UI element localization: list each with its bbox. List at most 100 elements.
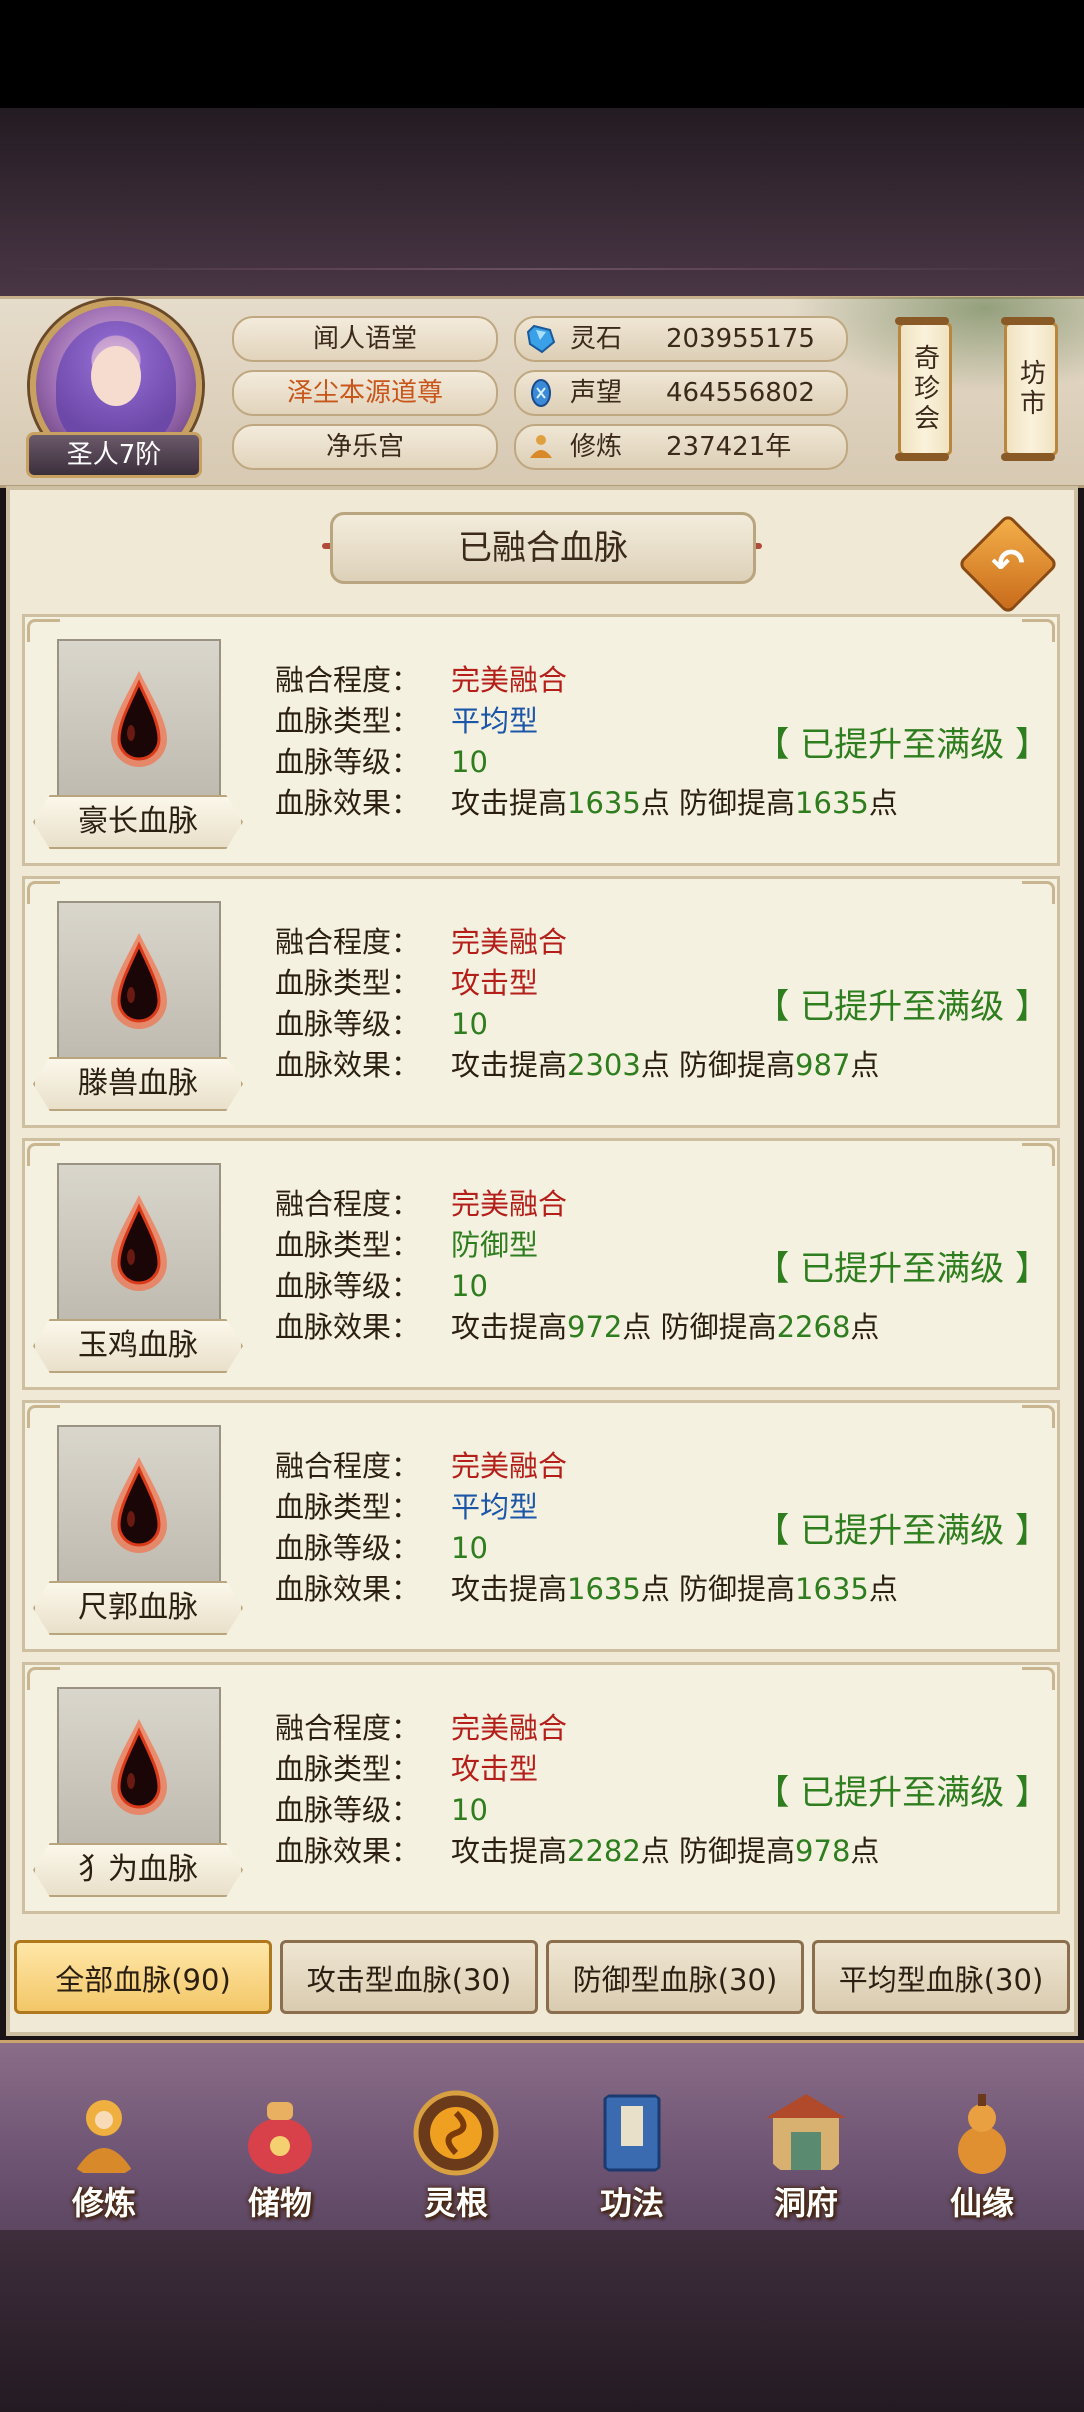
effect-attack-text: 攻击提高 xyxy=(451,786,568,820)
effect-attack-text: 攻击提高 xyxy=(451,1048,568,1082)
resource-label: 修炼 xyxy=(570,432,623,462)
type-value: 防御型 xyxy=(451,1228,539,1262)
effect-attack-text: 攻击提高 xyxy=(451,1310,568,1344)
fusion-row: 融合程度： 完美融合 xyxy=(275,919,567,961)
tab-balanced-bloodlines[interactable]: 平均型血脉(30) xyxy=(812,1940,1070,2014)
tab-defense-bloodlines[interactable]: 防御型血脉(30) xyxy=(546,1940,804,2014)
treasure-fair-button[interactable]: 奇珍会 xyxy=(895,317,952,461)
card-corner-decoration xyxy=(27,1143,60,1166)
bottom-decor-band xyxy=(0,2230,1084,2412)
bloodline-name: 豪长血脉 xyxy=(33,795,243,849)
bloodline-card[interactable]: 玉鸡血脉 融合程度： 完美融合 血脉类型： 防御型 血脉等级： 10 血脉效果： 攻击提… xyxy=(22,1138,1060,1390)
nav-technique[interactable]: 功法 xyxy=(562,2088,702,2222)
effect-unit: 点 xyxy=(850,1048,880,1082)
level-label: 血脉等级： xyxy=(275,1007,421,1041)
fusion-label: 融合程度： xyxy=(275,1449,421,1483)
fusion-value: 完美融合 xyxy=(451,1449,568,1483)
market-button[interactable]: 坊市 xyxy=(1001,317,1058,461)
bloodline-name: 尺郭血脉 xyxy=(33,1581,243,1635)
attack-bonus: 2303 xyxy=(567,1048,641,1082)
resource-label: 声望 xyxy=(570,378,623,408)
effect-row: 血脉效果： 攻击提高2282点 防御提高978点 xyxy=(275,1828,879,1870)
nav-storage[interactable]: 储物 xyxy=(210,2088,350,2222)
resource-label: 灵石 xyxy=(570,324,623,354)
resource-cultivation: 修炼 237421年 xyxy=(514,424,848,470)
defense-bonus: 978 xyxy=(795,1834,851,1868)
type-label: 血脉类型： xyxy=(275,1752,421,1786)
card-corner-decoration xyxy=(27,1405,60,1428)
level-label: 血脉等级： xyxy=(275,1269,421,1303)
effect-unit: 点 xyxy=(850,1834,880,1868)
fusion-value: 完美融合 xyxy=(451,663,568,697)
nav-spirit-root[interactable]: 灵根 xyxy=(386,2088,526,2222)
bloodline-card[interactable]: 豪长血脉 融合程度： 完美融合 血脉类型： 平均型 血脉等级： 10 血脉效果： 攻击提… xyxy=(22,614,1060,866)
blood-drop-icon xyxy=(111,1457,167,1553)
fusion-label: 融合程度： xyxy=(275,1187,421,1221)
nav-label: 仙缘 xyxy=(949,2184,1014,2222)
max-level-status: 【 已提升至满级 】 xyxy=(755,1511,1049,1551)
level-value: 10 xyxy=(451,745,488,779)
level-value: 10 xyxy=(451,1269,488,1303)
attack-bonus: 972 xyxy=(567,1310,623,1344)
type-label: 血脉类型： xyxy=(275,1490,421,1524)
level-label: 血脉等级： xyxy=(275,1531,421,1565)
bloodline-card[interactable]: 滕兽血脉 融合程度： 完美融合 血脉类型： 攻击型 血脉等级： 10 血脉效果： 攻击提… xyxy=(22,876,1060,1128)
defense-bonus: 1635 xyxy=(795,786,869,820)
effect-attack-text: 攻击提高 xyxy=(451,1834,568,1868)
effect-row: 血脉效果： 攻击提高972点 防御提高2268点 xyxy=(275,1304,879,1346)
type-value: 平均型 xyxy=(451,704,539,738)
tab-all-bloodlines[interactable]: 全部血脉(90) xyxy=(14,1940,272,2014)
bloodline-card[interactable]: 犭为血脉 融合程度： 完美融合 血脉类型： 攻击型 血脉等级： 10 血脉效果： 攻击提… xyxy=(22,1662,1060,1914)
nav-fate[interactable]: 仙缘 xyxy=(912,2088,1052,2222)
level-row: 血脉等级： 10 xyxy=(275,1787,488,1829)
bloodline-icon-frame xyxy=(57,1425,221,1587)
fusion-row: 融合程度： 完美融合 xyxy=(275,1181,567,1223)
status-bar-area xyxy=(0,0,1084,108)
avatar-face xyxy=(91,346,141,406)
type-value: 攻击型 xyxy=(451,966,539,1000)
level-row: 血脉等级： 10 xyxy=(275,739,488,781)
type-row: 血脉类型： 平均型 xyxy=(275,1484,538,1526)
nav-cultivate[interactable]: 修炼 xyxy=(34,2088,174,2222)
resource-spirit-stone: 灵石 203955175 xyxy=(514,316,848,362)
bloodline-icon-frame xyxy=(57,1687,221,1849)
max-level-status: 【 已提升至满级 】 xyxy=(755,1773,1049,1813)
effect-defense-text: 点 防御提高 xyxy=(640,786,796,820)
card-corner-decoration xyxy=(27,881,60,904)
player-name: 闻人语堂 xyxy=(232,316,498,362)
effect-label: 血脉效果： xyxy=(275,1834,421,1868)
technique-book-icon xyxy=(603,2094,661,2172)
effect-attack-text: 攻击提高 xyxy=(451,1572,568,1606)
bloodline-card[interactable]: 尺郭血脉 融合程度： 完美融合 血脉类型： 平均型 血脉等级： 10 血脉效果： 攻击提… xyxy=(22,1400,1060,1652)
top-decor-band xyxy=(0,108,1084,298)
type-label: 血脉类型： xyxy=(275,1228,421,1262)
effect-defense-text: 点 防御提高 xyxy=(640,1048,796,1082)
effect-unit: 点 xyxy=(868,786,898,820)
type-value: 平均型 xyxy=(451,1490,539,1524)
effect-label: 血脉效果： xyxy=(275,1310,421,1344)
cultivate-icon xyxy=(74,2100,134,2173)
fusion-row: 融合程度： 完美融合 xyxy=(275,657,567,699)
max-level-status: 【 已提升至满级 】 xyxy=(755,987,1049,1027)
resource-prestige: 声望 464556802 xyxy=(514,370,848,416)
effect-label: 血脉效果： xyxy=(275,1572,421,1606)
blood-drop-icon xyxy=(111,1719,167,1815)
level-label: 血脉等级： xyxy=(275,745,421,779)
type-row: 血脉类型： 防御型 xyxy=(275,1222,538,1264)
back-arrow-icon[interactable]: ↶ xyxy=(972,528,1044,600)
card-corner-decoration xyxy=(1022,1667,1055,1690)
defense-bonus: 987 xyxy=(795,1048,851,1082)
nav-label: 功法 xyxy=(599,2184,664,2222)
player-sect: 净乐宫 xyxy=(232,424,498,470)
nav-cave-mansion[interactable]: 洞府 xyxy=(736,2088,876,2222)
type-row: 血脉类型： 攻击型 xyxy=(275,960,538,1002)
level-value: 10 xyxy=(451,1007,488,1041)
effect-label: 血脉效果： xyxy=(275,1048,421,1082)
effect-row: 血脉效果： 攻击提高1635点 防御提高1635点 xyxy=(275,1566,898,1608)
gourd-icon xyxy=(958,2094,1006,2174)
card-corner-decoration xyxy=(27,619,60,642)
effect-label: 血脉效果： xyxy=(275,786,421,820)
effect-defense-text: 点 防御提高 xyxy=(640,1572,796,1606)
tab-attack-bloodlines[interactable]: 攻击型血脉(30) xyxy=(280,1940,538,2014)
effect-defense-text: 点 防御提高 xyxy=(622,1310,777,1344)
